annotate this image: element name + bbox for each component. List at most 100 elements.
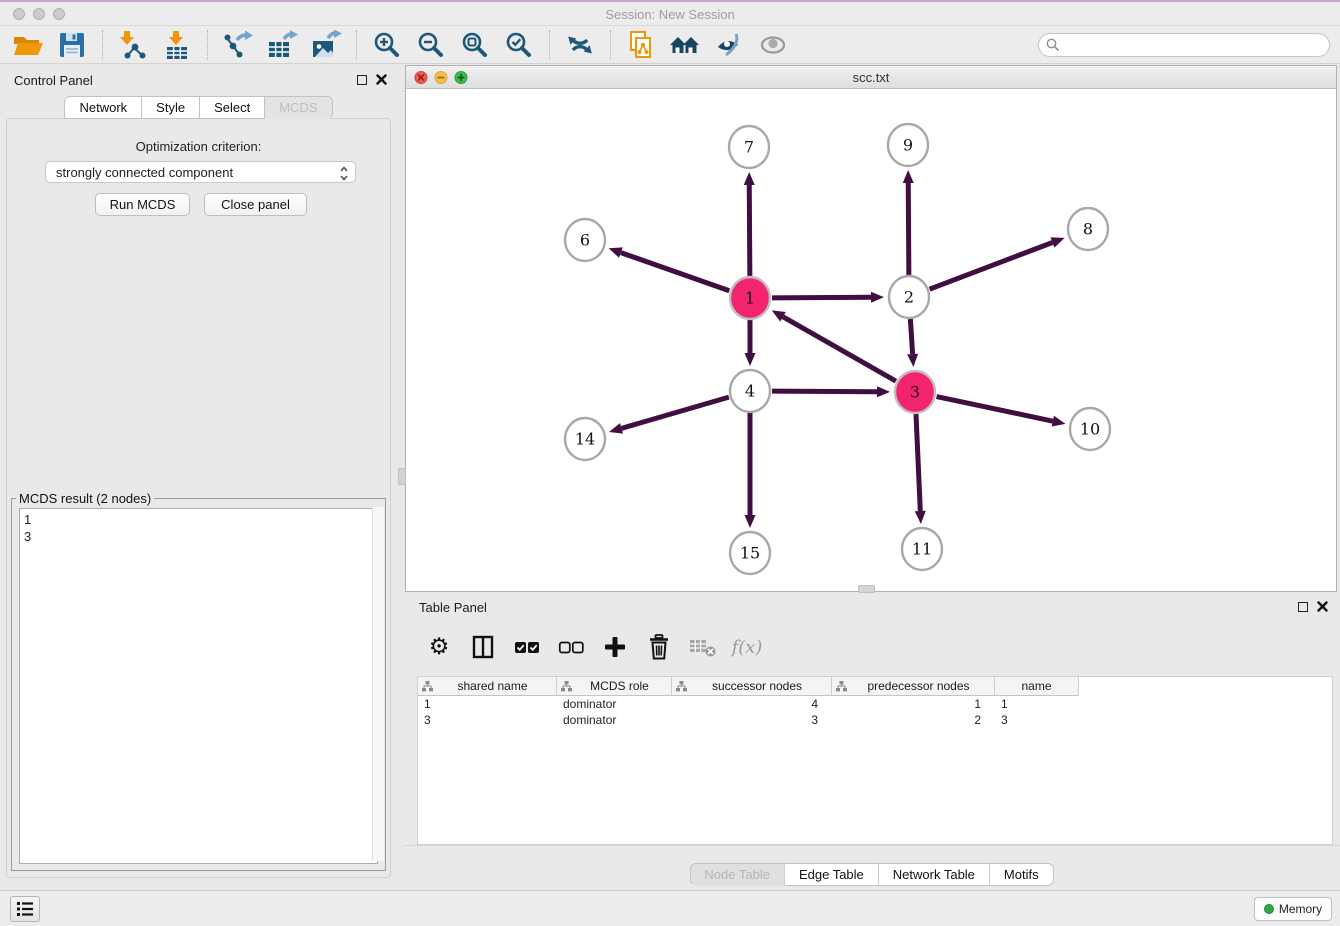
select-all-columns-button[interactable] xyxy=(511,631,543,663)
graph-edge[interactable] xyxy=(772,391,877,392)
fit-content-icon xyxy=(461,31,489,59)
graph-node-label: 9 xyxy=(903,136,913,155)
graph-edge[interactable] xyxy=(910,319,912,354)
table-toolbar: ⚙ xyxy=(423,628,763,666)
mcds-result-group: MCDS result (2 nodes) 1 3 xyxy=(11,491,386,871)
plus-icon xyxy=(604,636,626,658)
mcds-result-text[interactable]: 1 3 xyxy=(19,508,378,864)
network-view-title: scc.txt xyxy=(406,70,1336,85)
column-header-predecessor-nodes[interactable]: predecessor nodes xyxy=(832,677,995,696)
dropdown-stepper-icon xyxy=(339,165,349,182)
criterion-value: strongly connected component xyxy=(56,165,233,180)
table-tabs: Node Table Edge Table Network Table Moti… xyxy=(689,863,1053,886)
tree-icon xyxy=(561,681,572,692)
app-titlebar[interactable]: Session: New Session xyxy=(0,2,1340,26)
zoom-in-button[interactable] xyxy=(370,28,404,62)
save-floppy-icon xyxy=(57,30,87,60)
delete-table-button[interactable] xyxy=(687,631,719,663)
hide-graphics-details-button[interactable] xyxy=(712,28,746,62)
graph-node-label: 4 xyxy=(745,382,755,401)
close-panel-button[interactable]: Close panel xyxy=(204,193,307,216)
memory-label: Memory xyxy=(1279,902,1322,916)
clone-network-button[interactable] xyxy=(624,28,658,62)
tab-network[interactable]: Network xyxy=(64,96,142,119)
open-session-button[interactable] xyxy=(11,28,45,62)
export-network-button[interactable] xyxy=(221,28,255,62)
eye-icon xyxy=(758,30,788,60)
network-window-titlebar[interactable]: scc.txt xyxy=(406,66,1336,89)
tab-select[interactable]: Select xyxy=(200,96,265,119)
graph-edge[interactable] xyxy=(772,297,871,298)
graph-edge[interactable] xyxy=(930,242,1053,289)
export-table-button[interactable] xyxy=(265,28,299,62)
search-field[interactable] xyxy=(1038,33,1330,57)
save-session-button[interactable] xyxy=(55,28,89,62)
unchecked-boxes-icon xyxy=(558,640,584,654)
float-panel-icon[interactable] xyxy=(1298,602,1308,612)
tab-style[interactable]: Style xyxy=(142,96,200,119)
tab-network-table[interactable]: Network Table xyxy=(879,863,990,886)
criterion-dropdown[interactable]: strongly connected component xyxy=(45,161,356,183)
column-header-successor-nodes[interactable]: successor nodes xyxy=(672,677,832,696)
fit-content-button[interactable] xyxy=(458,28,492,62)
zoom-in-icon xyxy=(373,31,401,59)
run-mcds-button[interactable]: Run MCDS xyxy=(95,193,190,216)
export-image-button[interactable] xyxy=(309,28,343,62)
import-network-button[interactable] xyxy=(116,28,150,62)
graph-edge[interactable] xyxy=(749,185,750,276)
graph-node-label: 15 xyxy=(740,544,760,563)
show-tasks-button[interactable] xyxy=(10,896,40,922)
graph-node-label: 8 xyxy=(1083,220,1093,239)
import-network-icon xyxy=(118,30,148,60)
add-row-button[interactable] xyxy=(599,631,631,663)
graph-edge-arrowhead xyxy=(877,386,890,397)
toolbar-separator xyxy=(610,30,611,60)
show-columns-button[interactable] xyxy=(467,631,499,663)
table-row[interactable]: 1 dominator 4 1 1 xyxy=(418,696,1332,712)
graph-edge[interactable] xyxy=(621,253,729,291)
open-cybrowser-button[interactable] xyxy=(668,28,702,62)
table-panel-title: Table Panel xyxy=(419,600,487,615)
tree-icon xyxy=(676,681,687,692)
unselect-all-columns-button[interactable] xyxy=(555,631,587,663)
search-input[interactable] xyxy=(1038,33,1330,57)
column-header-name[interactable]: name xyxy=(995,677,1079,696)
app-title: Session: New Session xyxy=(0,7,1340,22)
zoom-out-button[interactable] xyxy=(414,28,448,62)
delete-row-button[interactable] xyxy=(643,631,675,663)
column-header-mcds-role[interactable]: MCDS role xyxy=(557,677,672,696)
graph-edge[interactable] xyxy=(908,183,909,275)
graph-edge-arrowhead xyxy=(745,353,756,366)
network-canvas[interactable]: 7968124314101511 xyxy=(406,89,1336,591)
import-table-button[interactable] xyxy=(160,28,194,62)
control-panel: Control Panel Network Style Select MCDS … xyxy=(0,65,397,890)
tab-mcds[interactable]: MCDS xyxy=(265,96,332,119)
tree-icon xyxy=(836,681,847,692)
tab-motifs[interactable]: Motifs xyxy=(990,863,1054,886)
graph-edge[interactable] xyxy=(916,414,920,511)
column-header-shared-name[interactable]: shared name xyxy=(418,677,557,696)
graph-edge[interactable] xyxy=(783,317,896,381)
splitter-grip-vertical[interactable] xyxy=(398,468,406,485)
refresh-button[interactable] xyxy=(563,28,597,62)
apply-function-button[interactable]: f(x) xyxy=(731,631,763,663)
close-panel-icon[interactable] xyxy=(1317,601,1328,612)
graph-edge-arrowhead xyxy=(907,354,918,367)
memory-button[interactable]: Memory xyxy=(1254,897,1332,921)
control-panel-title: Control Panel xyxy=(14,73,93,88)
graph-edge[interactable] xyxy=(937,397,1053,422)
mcds-result-scrollbar[interactable] xyxy=(372,507,384,861)
table-row[interactable]: 3 dominator 3 2 3 xyxy=(418,712,1332,728)
table-settings-button[interactable]: ⚙ xyxy=(423,631,455,663)
show-graphics-details-button[interactable] xyxy=(756,28,790,62)
import-table-icon xyxy=(162,30,192,60)
float-panel-icon[interactable] xyxy=(357,75,367,85)
table-panel-window-buttons xyxy=(1298,601,1328,612)
splitter-grip-horizontal[interactable] xyxy=(858,585,875,593)
graph-edge-arrowhead xyxy=(1052,416,1066,427)
tab-edge-table[interactable]: Edge Table xyxy=(785,863,879,886)
tab-node-table[interactable]: Node Table xyxy=(689,863,785,886)
zoom-selected-button[interactable] xyxy=(502,28,536,62)
graph-edge[interactable] xyxy=(621,397,728,428)
close-panel-icon[interactable] xyxy=(376,74,387,85)
